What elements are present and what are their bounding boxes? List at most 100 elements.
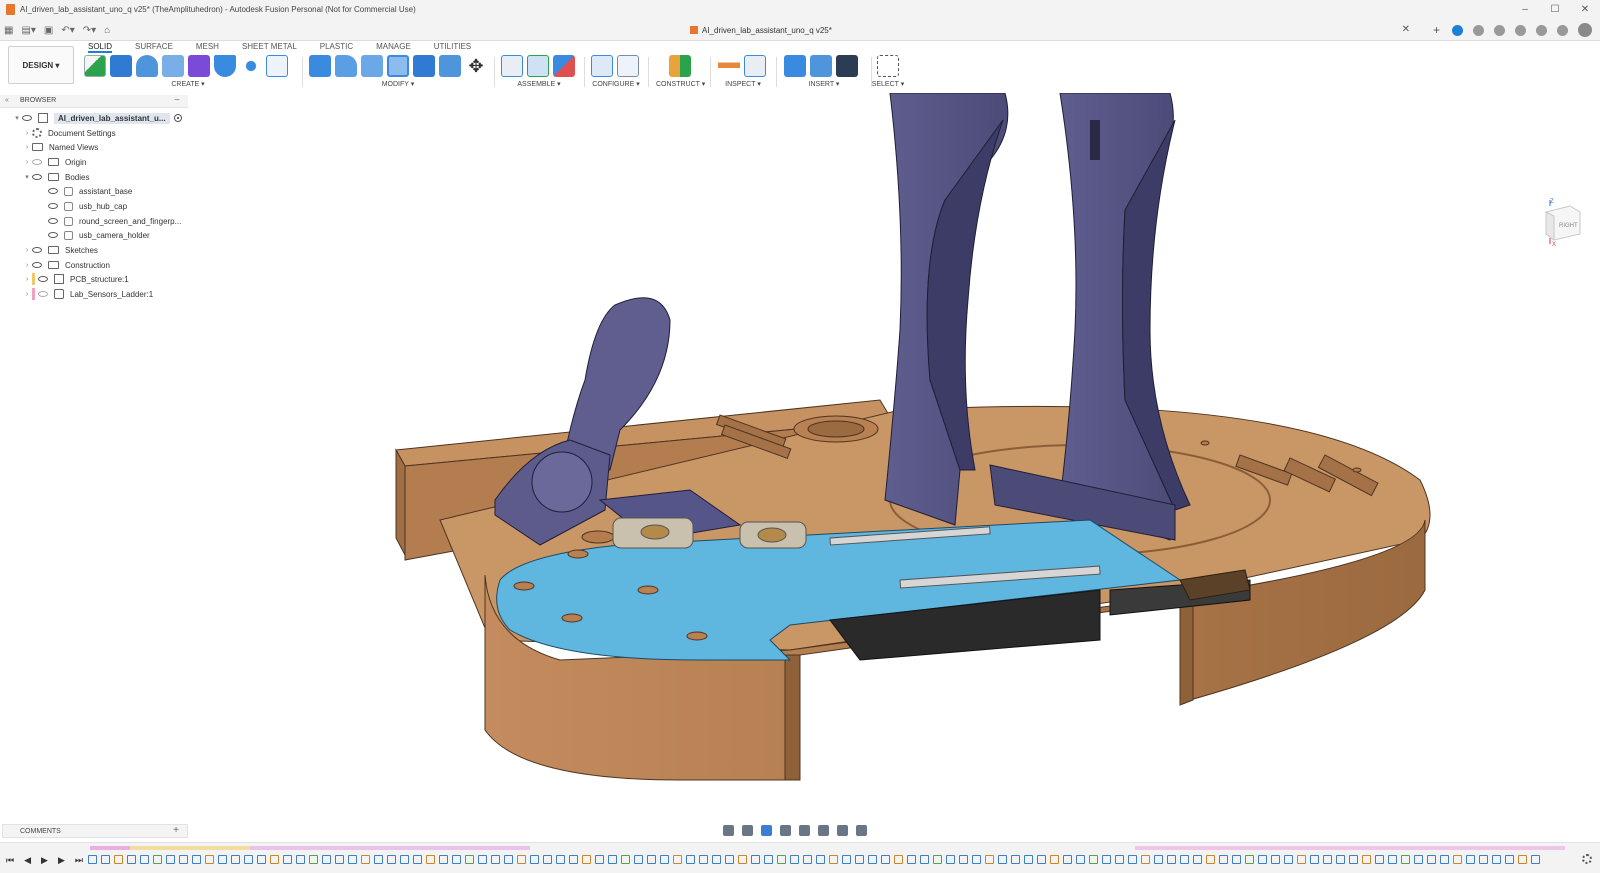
timeline-feature-icon[interactable]	[1258, 855, 1267, 864]
timeline-feature-icon[interactable]	[101, 855, 110, 864]
timeline-feature-icon[interactable]	[153, 855, 162, 864]
look-at-icon[interactable]	[742, 824, 753, 836]
select-menu[interactable]: SELECT ▾	[870, 80, 906, 88]
insert-derive-icon[interactable]	[784, 55, 806, 77]
timeline-feature-icon[interactable]	[595, 855, 604, 864]
grid-settings-icon[interactable]	[837, 824, 848, 836]
timeline-feature-icon[interactable]	[309, 855, 318, 864]
display-settings-icon[interactable]	[818, 824, 829, 836]
model-scene[interactable]	[0, 92, 1600, 813]
create-sketch-icon[interactable]	[84, 55, 106, 77]
timeline-feature-icon[interactable]	[972, 855, 981, 864]
expand-arrow-icon[interactable]: ›	[22, 276, 32, 283]
timeline-feature-icon[interactable]	[673, 855, 682, 864]
timeline-feature-icon[interactable]	[400, 855, 409, 864]
split-body-icon[interactable]	[439, 55, 461, 77]
timeline-feature-icon[interactable]	[803, 855, 812, 864]
expand-arrow-icon[interactable]: ›	[22, 262, 32, 269]
new-component-icon[interactable]	[501, 55, 523, 77]
as-built-joint-icon[interactable]	[553, 55, 575, 77]
user-avatar[interactable]	[1578, 23, 1592, 37]
timeline-feature-icon[interactable]	[1453, 855, 1462, 864]
collapse-panel-icon[interactable]: «	[5, 97, 9, 104]
job-status-icon[interactable]	[1473, 24, 1484, 36]
timeline-feature-icon[interactable]	[361, 855, 370, 864]
expand-arrow-icon[interactable]: ›	[22, 159, 32, 166]
fillet-icon[interactable]	[335, 55, 357, 77]
timeline-feature-icon[interactable]	[452, 855, 461, 864]
tab-manage[interactable]: MANAGE	[376, 41, 411, 53]
undo-icon[interactable]: ↶▾	[61, 25, 74, 36]
combine-icon[interactable]	[413, 55, 435, 77]
add-comment-icon[interactable]: +	[173, 825, 179, 836]
timeline-feature-icon[interactable]	[1284, 855, 1293, 864]
timeline-feature-icon[interactable]	[465, 855, 474, 864]
pattern-icon[interactable]	[240, 55, 262, 77]
timeline-feature-icon[interactable]	[1440, 855, 1449, 864]
hidden-eye-icon[interactable]	[32, 159, 42, 165]
minimize-icon[interactable]: –	[1510, 0, 1540, 19]
browser-item-construction[interactable]: › Construction	[22, 258, 110, 272]
timeline-feature-icon[interactable]	[1414, 855, 1423, 864]
timeline-feature-icon[interactable]	[634, 855, 643, 864]
zoom-icon[interactable]	[780, 824, 791, 836]
redo-icon[interactable]: ↷▾	[83, 25, 96, 36]
timeline-feature-icon[interactable]	[322, 855, 331, 864]
shell-icon[interactable]	[387, 55, 409, 77]
visibility-eye-icon[interactable]	[32, 174, 42, 180]
tab-solid[interactable]: SOLID	[88, 41, 113, 53]
timeline-feature-icon[interactable]	[751, 855, 760, 864]
timeline-feature-icon[interactable]	[1024, 855, 1033, 864]
timeline-feature-icon[interactable]	[426, 855, 435, 864]
step-forward-icon[interactable]: ▶	[58, 855, 65, 866]
timeline-feature-icon[interactable]	[387, 855, 396, 864]
new-tab-icon[interactable]: +	[1431, 24, 1442, 36]
pan-icon[interactable]	[761, 824, 772, 836]
browser-item-origin[interactable]: › Origin	[22, 155, 87, 169]
visibility-eye-icon[interactable]	[22, 115, 32, 121]
timeline-feature-icon[interactable]	[88, 855, 97, 864]
select-icon[interactable]	[877, 55, 899, 77]
timeline-feature-icon[interactable]	[283, 855, 292, 864]
timeline-feature-icon[interactable]	[1401, 855, 1410, 864]
timeline-feature-icon[interactable]	[1011, 855, 1020, 864]
timeline-feature-icon[interactable]	[270, 855, 279, 864]
clock-icon[interactable]	[1494, 24, 1505, 36]
timeline-feature-icon[interactable]	[530, 855, 539, 864]
timeline-feature-icon[interactable]	[244, 855, 253, 864]
home-icon[interactable]: ⌂	[104, 25, 110, 36]
viewports-icon[interactable]	[856, 824, 867, 836]
timeline-feature-icon[interactable]	[1531, 855, 1540, 864]
visibility-eye-icon[interactable]	[32, 262, 42, 268]
file-menu-icon[interactable]: ▤▾	[21, 25, 35, 36]
timeline-feature-icon[interactable]	[829, 855, 838, 864]
timeline-feature-icon[interactable]	[1323, 855, 1332, 864]
timeline-feature-icon[interactable]	[192, 855, 201, 864]
timeline-feature-icon[interactable]	[738, 855, 747, 864]
play-icon[interactable]: ▶	[41, 855, 48, 866]
timeline-feature-icon[interactable]	[1362, 855, 1371, 864]
timeline-feature-icon[interactable]	[1375, 855, 1384, 864]
press-pull-icon[interactable]	[309, 55, 331, 77]
save-icon[interactable]: ▣	[44, 25, 53, 36]
timeline-feature-icon[interactable]	[478, 855, 487, 864]
move-copy-icon[interactable]: ✥	[465, 55, 487, 77]
inspect-menu[interactable]: INSPECT ▾	[718, 80, 768, 88]
timeline-feature-icon[interactable]	[413, 855, 422, 864]
maximize-icon[interactable]: ☐	[1540, 0, 1570, 19]
assemble-menu[interactable]: ASSEMBLE ▾	[501, 80, 577, 88]
browser-item-sketches[interactable]: › Sketches	[22, 243, 98, 257]
step-back-icon[interactable]: ◀	[24, 855, 31, 866]
minimize-panel-icon[interactable]: −	[174, 95, 180, 106]
hole-icon[interactable]	[214, 55, 236, 77]
browser-item-body[interactable]: assistant_base	[48, 184, 132, 198]
timeline-feature-icon[interactable]	[1466, 855, 1475, 864]
timeline-feature-icon[interactable]	[855, 855, 864, 864]
timeline-feature-icon[interactable]	[907, 855, 916, 864]
timeline-feature-icon[interactable]	[660, 855, 669, 864]
timeline-feature-icon[interactable]	[335, 855, 344, 864]
timeline-feature-icon[interactable]	[946, 855, 955, 864]
insert-menu[interactable]: INSERT ▾	[784, 80, 864, 88]
timeline-feature-icon[interactable]	[491, 855, 500, 864]
timeline-feature-icon[interactable]	[166, 855, 175, 864]
